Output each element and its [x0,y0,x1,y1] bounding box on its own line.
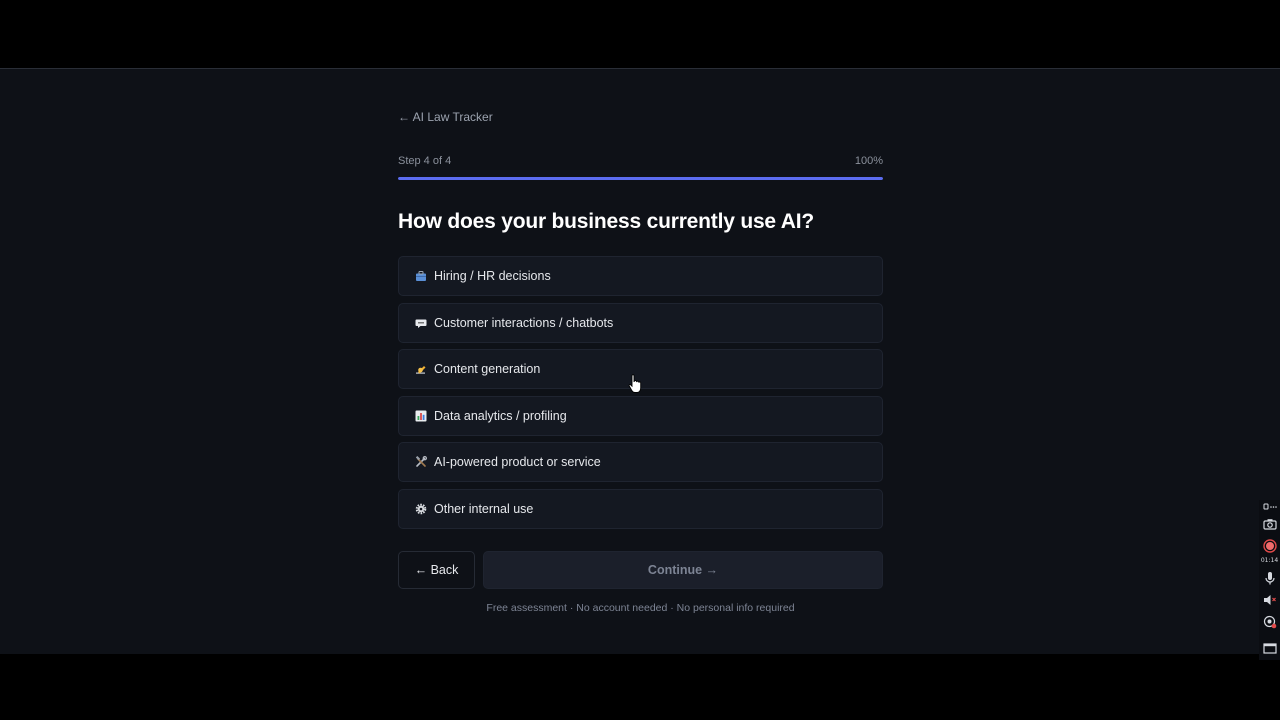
continue-button[interactable]: Continue → [483,551,883,589]
record-icon[interactable] [1262,538,1278,554]
progress-percent: 100% [854,155,883,167]
briefcase-icon [414,269,428,283]
window-icon[interactable] [1262,640,1278,656]
hammer-wrench-icon [414,455,428,469]
recording-timer: 01:14 [1260,557,1279,564]
option-data-analytics[interactable]: Data analytics / profiling [398,396,883,436]
app-frame: ← AI Law Tracker Step 4 of 4 100% How do… [0,68,1280,654]
mouse-pointer-icon [628,374,642,393]
option-label: Customer interactions / chatbots [434,316,614,330]
microphone-icon[interactable] [1262,570,1278,586]
option-label: Content generation [434,362,541,376]
writing-hand-icon [414,362,428,376]
camera-icon[interactable] [1262,516,1278,532]
gear-icon [414,502,428,516]
option-customer-interactions[interactable]: Customer interactions / chatbots [398,303,883,343]
step-text: Step 4 of 4 [398,155,452,167]
step-indicator: Step 4 of 4 100% [398,155,883,167]
option-label: Data analytics / profiling [434,409,567,423]
progress-bar-fill [398,177,883,180]
screen-recorder-toolbar: 01:14 [1259,500,1280,660]
option-label: AI-powered product or service [434,455,601,469]
pin-icon[interactable] [1262,502,1278,512]
bar-chart-icon [414,409,428,423]
back-button[interactable]: ← Back [398,551,475,589]
option-hiring-hr[interactable]: Hiring / HR decisions [398,256,883,296]
webcam-off-icon[interactable] [1262,614,1278,630]
footer-note: Free assessment · No account needed · No… [486,602,795,614]
progress-bar [398,177,883,180]
back-to-tracker-link[interactable]: ← AI Law Tracker [398,110,493,124]
question-title: How does your business currently use AI? [398,210,814,233]
speaker-muted-icon[interactable] [1262,592,1278,608]
option-label: Hiring / HR decisions [434,269,551,283]
option-ai-product[interactable]: AI-powered product or service [398,442,883,482]
option-label: Other internal use [434,502,534,516]
option-other-internal[interactable]: Other internal use [398,489,883,529]
speech-bubble-icon [414,316,428,330]
